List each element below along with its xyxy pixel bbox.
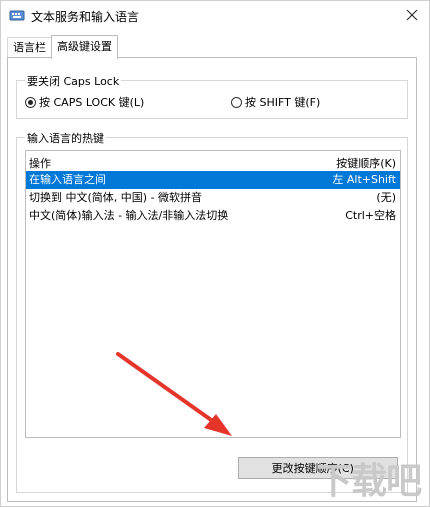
- dialog-window: 文本服务和输入语言 语言栏 高级键设置 要关闭 Caps Lock 按 CAPS…: [0, 0, 430, 507]
- column-header-action: 操作: [29, 157, 51, 170]
- close-button[interactable]: [395, 1, 429, 29]
- list-item-key: 左 Alt+Shift: [332, 173, 396, 186]
- caps-lock-group: 要关闭 Caps Lock 按 CAPS LOCK 键(L) 按 SHIFT 键…: [16, 73, 408, 119]
- list-header: 操作 按键顺序(K): [26, 151, 400, 171]
- close-icon: [406, 9, 418, 21]
- keyboard-app-icon: [9, 7, 25, 23]
- list-item-key: Ctrl+空格: [345, 209, 396, 222]
- radio-checked-icon: [25, 96, 36, 108]
- list-item-action: 中文(简体)输入法 - 输入法/非输入法切换: [29, 209, 229, 222]
- window-title: 文本服务和输入语言: [31, 10, 140, 24]
- watermark: 下载吧: [316, 461, 422, 502]
- list-item[interactable]: 在输入语言之间 左 Alt+Shift: [26, 171, 400, 189]
- list-item[interactable]: 中文(简体)输入法 - 输入法/非输入法切换 Ctrl+空格: [26, 207, 400, 225]
- caps-lock-caption: 要关闭 Caps Lock: [25, 73, 122, 89]
- radio-caps-lock-label: 按 CAPS LOCK 键(L): [39, 96, 145, 109]
- hotkey-list[interactable]: 操作 按键顺序(K) 在输入语言之间 左 Alt+Shift 切换到 中文(简体…: [25, 150, 401, 438]
- radio-unchecked-icon: [231, 96, 242, 108]
- radio-shift-label: 按 SHIFT 键(F): [245, 96, 321, 109]
- column-header-key-sequence: 按键顺序(K): [336, 157, 396, 170]
- hotkeys-caption: 输入语言的热键: [25, 130, 106, 146]
- radio-shift-key[interactable]: 按 SHIFT 键(F): [231, 94, 320, 110]
- hotkeys-group: 输入语言的热键 操作 按键顺序(K) 在输入语言之间 左 Alt+Shift 切…: [16, 130, 408, 493]
- list-item-action: 切换到 中文(简体, 中国) - 微软拼音: [29, 191, 203, 204]
- list-item-action: 在输入语言之间: [29, 173, 106, 186]
- radio-caps-lock-key[interactable]: 按 CAPS LOCK 键(L): [25, 94, 144, 110]
- title-bar: 文本服务和输入语言: [1, 1, 429, 31]
- tab-language-bar[interactable]: 语言栏: [7, 37, 52, 58]
- tab-panel: 要关闭 Caps Lock 按 CAPS LOCK 键(L) 按 SHIFT 键…: [7, 57, 417, 502]
- tab-advanced-key-settings[interactable]: 高级键设置: [51, 35, 118, 59]
- list-item-key: (无): [376, 191, 396, 204]
- list-item[interactable]: 切换到 中文(简体, 中国) - 微软拼音 (无): [26, 189, 400, 207]
